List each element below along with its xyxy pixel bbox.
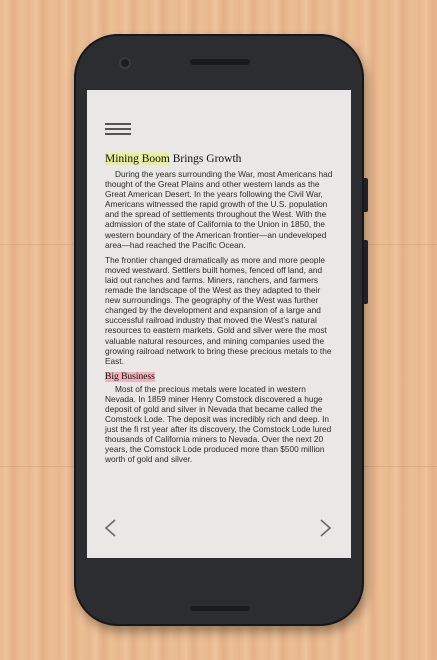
chevron-right-icon[interactable] bbox=[315, 516, 335, 540]
title-rest: Brings Growth bbox=[169, 153, 242, 165]
chevron-left-icon[interactable] bbox=[101, 516, 121, 540]
hamburger-menu-icon[interactable] bbox=[105, 123, 131, 136]
article-content: Mining Boom Brings Growth During the yea… bbox=[105, 152, 337, 470]
subheading-highlight: Big Business bbox=[105, 371, 155, 382]
reader-screen: Mining Boom Brings Growth During the yea… bbox=[87, 90, 351, 558]
section-heading: Big Business bbox=[105, 371, 337, 383]
phone-device: Mining Boom Brings Growth During the yea… bbox=[74, 34, 368, 626]
article-paragraph: The frontier changed dramatically as mor… bbox=[105, 254, 332, 366]
bottom-speaker bbox=[190, 606, 250, 611]
article-title: Mining Boom Brings Growth bbox=[105, 152, 337, 166]
power-button bbox=[364, 178, 368, 212]
article-paragraph: Most of the precious metals were located… bbox=[105, 383, 332, 465]
title-highlight: Mining Boom bbox=[105, 153, 170, 165]
earpiece-speaker bbox=[190, 59, 250, 65]
volume-button bbox=[364, 240, 368, 304]
front-camera bbox=[119, 57, 131, 69]
article-paragraph: During the years surrounding the War, mo… bbox=[105, 169, 333, 250]
